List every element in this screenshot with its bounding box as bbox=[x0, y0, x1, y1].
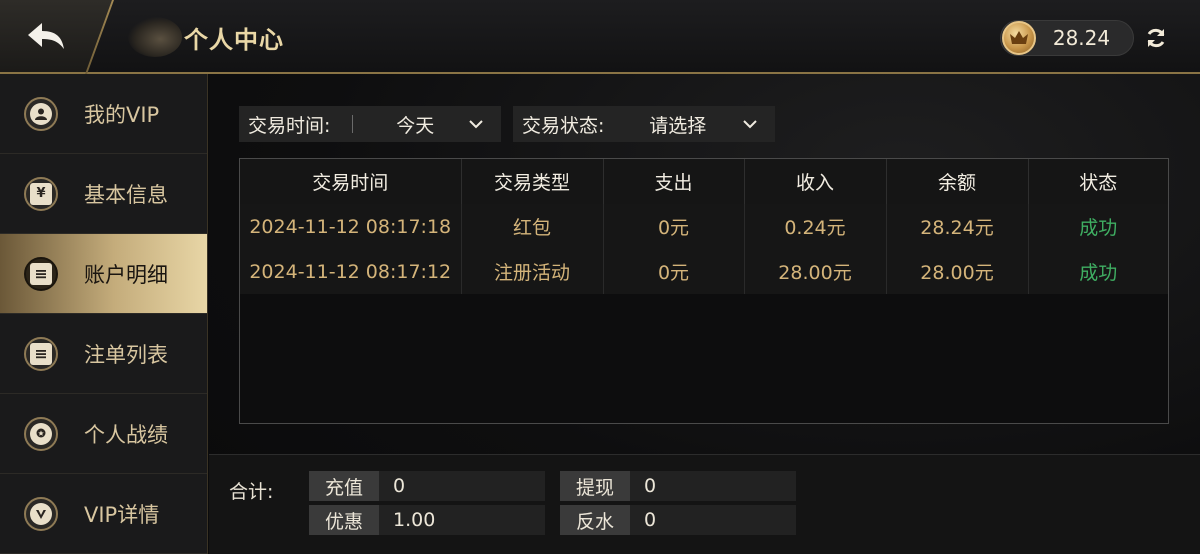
sidebar-item-personal-record[interactable]: 个人战绩 bbox=[0, 394, 207, 474]
main-panel: 交易时间: 今天 交易状态: 请选择 交易时间 交易类型 支出 收入 余额 状态 bbox=[209, 74, 1200, 554]
column-header: 状态 bbox=[1028, 159, 1168, 204]
summary-key: 提现 bbox=[560, 471, 630, 501]
filter-value: 今天 bbox=[396, 114, 435, 137]
summary-discount: 优惠 1.00 bbox=[309, 505, 545, 535]
page-title: 个人中心 bbox=[184, 25, 284, 54]
user-icon bbox=[24, 96, 58, 131]
summary-rebate: 反水 0 bbox=[560, 505, 796, 535]
sidebar-item-label: 基本信息 bbox=[84, 182, 168, 207]
cell-status: 成功 bbox=[1028, 249, 1168, 294]
sidebar-item-label: VIP详情 bbox=[84, 502, 160, 527]
sidebar-item-label: 个人战绩 bbox=[84, 422, 168, 447]
chevron-down-icon bbox=[743, 120, 757, 129]
back-button[interactable] bbox=[0, 0, 112, 72]
summary-key: 充值 bbox=[309, 471, 379, 501]
title-area: 个人中心 bbox=[128, 14, 284, 60]
filter-value: 请选择 bbox=[649, 114, 707, 137]
sidebar-item-label: 注单列表 bbox=[84, 342, 168, 367]
cell-expense: 0元 bbox=[603, 249, 745, 294]
sidebar-item-label: 我的VIP bbox=[84, 102, 160, 127]
balance-value: 28.24 bbox=[1052, 26, 1111, 50]
cell-type: 红包 bbox=[461, 204, 604, 249]
summary-bar: 合计: 充值 0 提现 0 优惠 1.00 反水 0 bbox=[209, 454, 1200, 554]
top-bar: 个人中心 28.24 bbox=[0, 0, 1200, 76]
column-header: 余额 bbox=[886, 159, 1029, 204]
sidebar: 我的VIP ¥ 基本信息 账户明细 注单列表 个人战绩 VIP详情 bbox=[0, 74, 208, 554]
title-decoration-icon bbox=[128, 17, 182, 57]
summary-recharge: 充值 0 bbox=[309, 471, 545, 501]
summary-withdraw: 提现 0 bbox=[560, 471, 796, 501]
summary-value: 0 bbox=[644, 509, 657, 531]
sidebar-item-bet-list[interactable]: 注单列表 bbox=[0, 314, 207, 394]
chevron-down-icon bbox=[469, 120, 483, 129]
cell-time: 2024-11-12 08:17:18 bbox=[240, 204, 462, 249]
transactions-table: 交易时间 交易类型 支出 收入 余额 状态 2024-11-12 08:17:1… bbox=[239, 158, 1169, 424]
summary-value: 0 bbox=[644, 475, 657, 497]
table-row: 2024-11-12 08:17:12 注册活动 0元 28.00元 28.00… bbox=[240, 249, 1168, 294]
column-header: 支出 bbox=[603, 159, 745, 204]
cell-status: 成功 bbox=[1028, 204, 1168, 249]
sidebar-item-label: 账户明细 bbox=[84, 262, 168, 287]
transaction-time-filter[interactable]: 交易时间: 今天 bbox=[239, 106, 501, 142]
medal-icon bbox=[24, 416, 58, 451]
sidebar-item-basic-info[interactable]: ¥ 基本信息 bbox=[0, 154, 207, 234]
summary-value: 1.00 bbox=[393, 509, 436, 531]
column-header: 交易时间 bbox=[240, 159, 462, 204]
yen-icon: ¥ bbox=[24, 176, 58, 211]
cell-type: 注册活动 bbox=[461, 249, 604, 294]
vip-icon bbox=[24, 496, 58, 531]
column-header: 交易类型 bbox=[461, 159, 604, 204]
balance-display: 28.24 bbox=[1000, 20, 1134, 56]
cell-expense: 0元 bbox=[603, 204, 745, 249]
table-header-row: 交易时间 交易类型 支出 收入 余额 状态 bbox=[240, 159, 1168, 204]
summary-key: 优惠 bbox=[309, 505, 379, 535]
cell-balance: 28.00元 bbox=[886, 249, 1029, 294]
sidebar-item-account-details[interactable]: 账户明细 bbox=[0, 234, 207, 314]
cell-income: 28.00元 bbox=[744, 249, 887, 294]
filter-label: 交易时间: bbox=[248, 114, 331, 137]
cell-time: 2024-11-12 08:17:12 bbox=[240, 249, 462, 294]
list-icon bbox=[24, 336, 58, 371]
summary-label: 合计: bbox=[229, 481, 274, 503]
column-header: 收入 bbox=[744, 159, 887, 204]
summary-key: 反水 bbox=[560, 505, 630, 535]
back-arrow-icon bbox=[28, 23, 64, 49]
crown-coin-icon bbox=[1002, 21, 1036, 55]
sidebar-item-vip-details[interactable]: VIP详情 bbox=[0, 474, 207, 554]
transaction-status-filter[interactable]: 交易状态: 请选择 bbox=[513, 106, 775, 142]
list-icon bbox=[24, 256, 58, 291]
refresh-icon[interactable] bbox=[1144, 26, 1168, 50]
table-row: 2024-11-12 08:17:18 红包 0元 0.24元 28.24元 成… bbox=[240, 204, 1168, 249]
summary-value: 0 bbox=[393, 475, 406, 497]
cell-income: 0.24元 bbox=[744, 204, 887, 249]
sidebar-item-my-vip[interactable]: 我的VIP bbox=[0, 74, 207, 154]
cell-balance: 28.24元 bbox=[886, 204, 1029, 249]
filter-label: 交易状态: bbox=[522, 114, 605, 137]
